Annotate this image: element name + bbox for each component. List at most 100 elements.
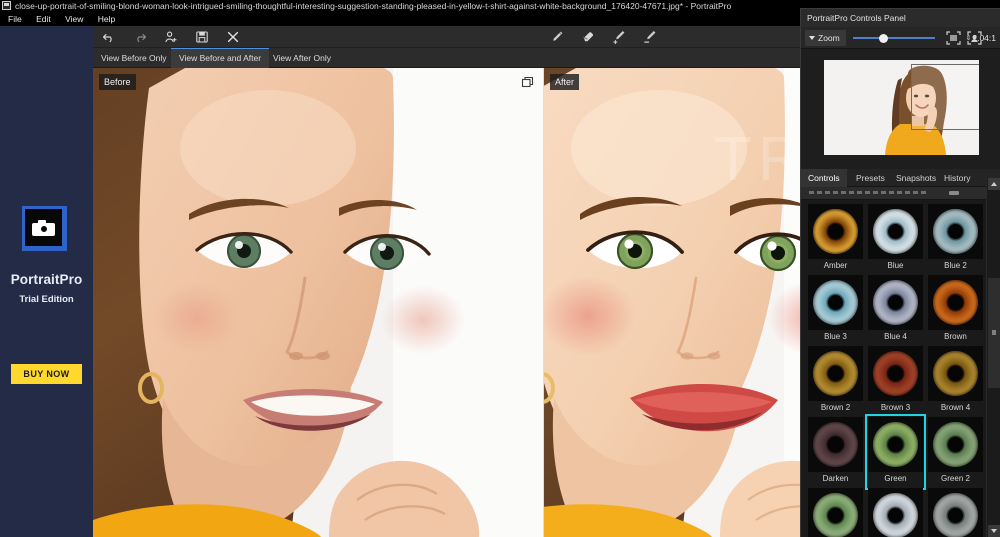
zoom-level-value: 2.04:1 xyxy=(972,33,996,43)
tab-controls[interactable]: Controls xyxy=(801,169,847,187)
zoom-slider[interactable] xyxy=(853,33,935,43)
buy-now-button[interactable]: BUY NOW xyxy=(11,364,82,384)
controls-panel-scrollbar[interactable] xyxy=(986,178,1000,537)
menu-item-edit[interactable]: Edit xyxy=(31,13,58,26)
brush-add-icon[interactable] xyxy=(603,26,635,48)
iris-swatch xyxy=(928,204,983,259)
iris-preset-amber[interactable]: Amber xyxy=(808,204,863,274)
iris-swatch xyxy=(808,346,863,401)
iris-preset-label: Brown xyxy=(944,332,967,341)
iris-preset-label: Darken xyxy=(822,474,849,483)
menu-item-file[interactable]: File xyxy=(3,13,29,26)
iris-preset-green[interactable]: Green xyxy=(865,414,926,490)
after-pane[interactable]: TRIA After xyxy=(544,68,801,537)
controls-panel-tabs: Controls Presets Snapshots History xyxy=(801,169,1000,187)
iris-icon xyxy=(813,493,858,537)
controls-panel-title: PortraitPro Controls Panel xyxy=(801,9,1000,27)
iris-preset-blue[interactable]: Blue xyxy=(868,204,923,274)
undo-icon[interactable] xyxy=(93,26,125,48)
iris-preset-brown-3[interactable]: Brown 3 xyxy=(868,346,923,416)
iris-preset-darken[interactable]: Darken xyxy=(808,417,863,487)
tab-view-before-only[interactable]: View Before Only xyxy=(93,48,175,68)
menu-item-help[interactable]: Help xyxy=(93,13,122,26)
partial-slider-knob[interactable] xyxy=(949,191,959,195)
svg-text:TRIA: TRIA xyxy=(714,125,801,194)
navigator-preview[interactable] xyxy=(824,60,979,155)
tab-snapshots[interactable]: Snapshots xyxy=(889,169,943,187)
iris-preset-grey[interactable]: Grey xyxy=(868,488,923,537)
zoom-bar: Zoom ⇕2.04:1 xyxy=(801,27,1000,49)
duplicate-window-icon[interactable] xyxy=(521,76,535,90)
iris-preset-brown[interactable]: Brown xyxy=(928,275,983,345)
tab-view-before-and-after[interactable]: View Before and After xyxy=(171,48,270,68)
iris-swatch xyxy=(868,488,923,537)
brand-name: PortraitPro xyxy=(10,272,83,287)
iris-icon xyxy=(873,493,918,537)
iris-preset-green-2[interactable]: Green 2 xyxy=(928,417,983,487)
iris-preset-label: Green 2 xyxy=(941,474,970,483)
iris-icon xyxy=(813,209,858,254)
window-title: close-up-portrait-of-smiling-blond-woman… xyxy=(15,1,732,11)
brush-remove-icon[interactable] xyxy=(634,26,666,48)
before-photo xyxy=(93,68,543,537)
iris-preset-blue-4[interactable]: Blue 4 xyxy=(868,275,923,345)
zoom-label: Zoom xyxy=(818,33,840,43)
iris-icon xyxy=(873,209,918,254)
before-pane[interactable]: Before xyxy=(93,68,543,537)
iris-preset-scroll-area[interactable]: Amber Blue Blue 2 Blue 3 Blue 4 Brown Brown 2 B… xyxy=(801,187,987,537)
zoom-level-readout[interactable]: ⇕2.04:1 xyxy=(965,31,996,46)
spinner-arrows-icon[interactable]: ⇕ xyxy=(965,32,971,46)
scroll-up-icon[interactable] xyxy=(988,178,1000,190)
scroll-down-icon[interactable] xyxy=(988,525,1000,537)
iris-preset-brown-4[interactable]: Brown 4 xyxy=(928,346,983,416)
iris-preset-label: Blue 2 xyxy=(944,261,967,270)
camera-icon xyxy=(25,209,62,246)
chevron-down-icon xyxy=(809,36,815,40)
iris-icon xyxy=(813,351,858,396)
iris-preset-label: Blue xyxy=(887,261,904,270)
fit-image-icon[interactable] xyxy=(946,31,961,45)
partial-slider-row[interactable] xyxy=(801,187,987,200)
edition-label: Trial Edition xyxy=(19,294,74,305)
viewport-rectangle[interactable] xyxy=(911,64,979,130)
tab-history[interactable]: History xyxy=(937,169,977,187)
iris-swatch xyxy=(928,488,983,537)
iris-swatch xyxy=(808,275,863,330)
iris-preset-green-3[interactable]: Green 3 xyxy=(808,488,863,537)
iris-preset-blue-2[interactable]: Blue 2 xyxy=(928,204,983,274)
iris-preset-label: Blue 4 xyxy=(884,332,907,341)
iris-preset-label: Amber xyxy=(823,261,848,270)
zoom-slider-knob[interactable] xyxy=(879,33,888,43)
iris-icon xyxy=(933,351,978,396)
scroll-thumb[interactable] xyxy=(988,278,1000,388)
iris-swatch xyxy=(808,417,863,472)
menu-item-view[interactable]: View xyxy=(60,13,90,26)
iris-preset-grey-2[interactable]: Grey 2 xyxy=(928,488,983,537)
window-icon xyxy=(2,1,11,10)
redo-icon[interactable] xyxy=(124,26,156,48)
save-icon[interactable] xyxy=(186,26,218,48)
iris-swatch xyxy=(808,204,863,259)
brush-icon[interactable] xyxy=(541,26,573,48)
iris-preset-label: Brown 3 xyxy=(880,403,911,412)
add-person-icon[interactable] xyxy=(155,26,187,48)
iris-swatch xyxy=(868,417,923,472)
iris-swatch xyxy=(808,488,863,537)
zoom-dropdown-button[interactable]: Zoom xyxy=(805,30,846,46)
iris-icon xyxy=(873,422,918,467)
iris-preset-label: Brown 2 xyxy=(820,403,851,412)
iris-preset-label: Brown 4 xyxy=(940,403,971,412)
iris-preset-blue-3[interactable]: Blue 3 xyxy=(808,275,863,345)
iris-icon xyxy=(933,422,978,467)
iris-swatch xyxy=(868,204,923,259)
iris-swatch xyxy=(928,275,983,330)
iris-preset-brown-2[interactable]: Brown 2 xyxy=(808,346,863,416)
after-label: After xyxy=(550,74,580,90)
iris-icon xyxy=(873,351,918,396)
iris-swatch xyxy=(928,417,983,472)
close-icon[interactable] xyxy=(217,26,249,48)
eraser-icon[interactable] xyxy=(572,26,604,48)
iris-icon xyxy=(933,280,978,325)
tab-view-after-only[interactable]: View After Only xyxy=(265,48,339,68)
tab-presets[interactable]: Presets xyxy=(849,169,892,187)
